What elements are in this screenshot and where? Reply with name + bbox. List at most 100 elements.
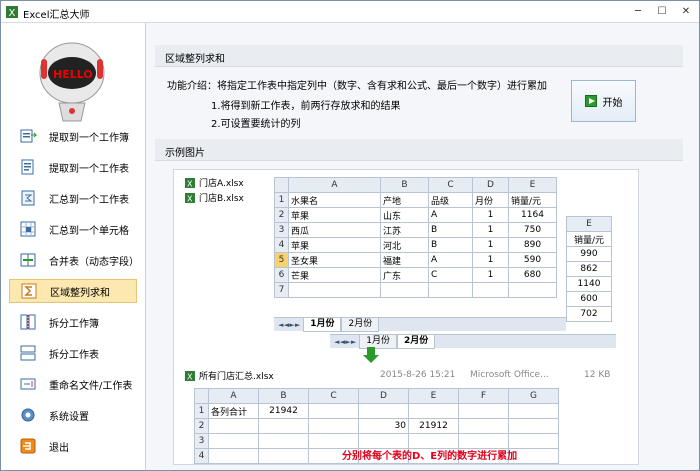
sidebar-item-label: 系统设置 — [49, 411, 89, 423]
column-header: C — [428, 177, 473, 193]
table-cell: 1140 — [566, 276, 612, 292]
table-cell: 广东 — [380, 267, 429, 283]
sheet-tab: 2月份 — [341, 317, 380, 332]
maximize-button[interactable]: ☐ — [651, 4, 673, 20]
table-cell — [358, 403, 409, 419]
column-header: E — [408, 388, 459, 404]
sidebar-item-extract-workbook[interactable]: 提取到一个工作簿 — [9, 124, 137, 148]
sheet1-tabs: ◄ ◄ ► ► 1月份 2月份 — [274, 317, 566, 332]
sidebar-item-label: 汇总到一个工作表 — [49, 194, 129, 206]
table-cell: 水果名 — [288, 192, 381, 208]
table-cell: 1 — [472, 267, 509, 283]
example-image: X 门店A.xlsx X 门店B.xlsx E 销量/元 990 862 114… — [173, 169, 639, 465]
table-cell: 苹果 — [288, 207, 381, 223]
sidebar-item-summary-sheet[interactable]: 汇总到一个工作表 — [9, 186, 137, 210]
table-cell — [258, 433, 309, 449]
table-cell: 862 — [566, 261, 612, 277]
sidebar-item-settings[interactable]: 系统设置 — [9, 403, 137, 427]
table-cell: 福建 — [380, 252, 429, 268]
excel-file-icon: X — [185, 177, 195, 188]
column-header — [194, 388, 209, 404]
result-file-item: X 所有门店汇总.xlsx — [184, 369, 274, 382]
column-sum-icon — [21, 283, 37, 299]
table-cell: A — [428, 207, 473, 223]
svg-text:X: X — [9, 8, 16, 19]
file-date: 2015-8-26 15:21 — [380, 370, 456, 380]
column-header: A — [288, 177, 381, 193]
sidebar-item-label: 提取到一个工作簿 — [49, 132, 129, 144]
column-header: E — [566, 216, 612, 232]
sidebar-item-split-sheet[interactable]: 拆分工作表 — [9, 341, 137, 365]
sidebar-item-label: 区域整列求和 — [50, 287, 110, 299]
file-type: Microsoft Office... — [470, 370, 549, 380]
row-header: 6 — [274, 267, 289, 283]
table-cell — [508, 403, 559, 419]
table-cell: 圣女果 — [288, 252, 381, 268]
merge-icon — [20, 253, 36, 267]
example-caption: 分别将每个表的D、E列的数字进行累加 — [342, 451, 518, 462]
sidebar-item-summary-cell[interactable]: 汇总到一个单元格 — [9, 217, 137, 241]
close-button[interactable]: ✕ — [675, 4, 697, 20]
table-cell: 1 — [472, 207, 509, 223]
table-cell — [208, 418, 259, 434]
sidebar-item-column-sum[interactable]: 区域整列求和 — [9, 279, 137, 303]
table-cell — [408, 403, 459, 419]
exit-icon — [20, 438, 36, 454]
app-icon: X — [6, 6, 18, 19]
table-cell: 30 — [358, 418, 409, 434]
table-cell: 21942 — [258, 403, 309, 419]
table-cell: C — [428, 267, 473, 283]
table-cell: A — [428, 252, 473, 268]
sidebar-item-merge[interactable]: 合并表（动态字段） — [9, 248, 139, 272]
row-header: 4 — [194, 448, 209, 464]
table-cell: 1164 — [508, 207, 557, 223]
row-header: 1 — [194, 403, 209, 419]
sheet-tab: 1月份 — [303, 317, 342, 332]
note-2: 2.可设置要统计的列 — [211, 119, 301, 130]
table-cell — [308, 418, 359, 434]
note-1: 1.将得到新工作表，前两行存放求和的结果 — [211, 101, 401, 112]
table-cell — [472, 282, 509, 298]
minimize-button[interactable]: ─ — [627, 4, 649, 20]
sheet-extract-icon — [21, 159, 34, 175]
row-header: 2 — [274, 207, 289, 223]
sidebar-item-rename[interactable]: 重命名文件/工作表 — [9, 372, 137, 396]
sidebar-item-label: 汇总到一个单元格 — [49, 225, 129, 237]
split-sheet-icon — [20, 345, 36, 361]
sidebar-item-label: 合并表（动态字段） — [49, 256, 139, 268]
column-header — [274, 177, 289, 193]
file-item: X 门店A.xlsx — [184, 176, 244, 189]
column-header: B — [380, 177, 429, 193]
table-cell — [208, 433, 259, 449]
table-cell: 西瓜 — [288, 222, 381, 238]
table-cell: 590 — [508, 252, 557, 268]
table-cell: 河北 — [380, 237, 429, 253]
table-cell: B — [428, 222, 473, 238]
table-cell: 山东 — [380, 207, 429, 223]
column-header: E — [508, 177, 557, 193]
table-cell: 品级 — [428, 192, 473, 208]
table-cell — [288, 282, 381, 298]
sidebar-item-extract-sheet[interactable]: 提取到一个工作表 — [9, 155, 137, 179]
row-header: 4 — [274, 237, 289, 253]
table-cell: 芒果 — [288, 267, 381, 283]
sheet1-table: A B C D E 1 水果名 产地 品级 月份 销量/元 2 苹果 山东 A … — [274, 177, 557, 298]
column-header: D — [358, 388, 409, 404]
example-header: 示例图片 — [155, 139, 683, 161]
window-title: Excel汇总大师 — [23, 10, 90, 21]
table-cell: B — [428, 237, 473, 253]
start-button[interactable]: 开始 — [571, 80, 636, 122]
table-cell: 苹果 — [288, 237, 381, 253]
sidebar-item-split-workbook[interactable]: 拆分工作簿 — [9, 310, 137, 334]
file-name: 门店A.xlsx — [199, 179, 244, 189]
sidebar-item-label: 拆分工作表 — [49, 349, 99, 361]
sidebar-item-exit[interactable]: 退出 — [9, 434, 137, 458]
app-window: X Excel汇总大师 ─ ☐ ✕ HELLO 提取到一个工作簿 提取到一个工作… — [0, 0, 700, 471]
table-cell — [258, 448, 309, 464]
sheet-tab: 2月份 — [396, 334, 436, 349]
start-button-label: 开始 — [602, 97, 623, 109]
row-header: 3 — [194, 433, 209, 449]
table-cell: 销量/元 — [508, 192, 557, 208]
table-cell: 各列合计 — [208, 403, 259, 419]
table-cell: 600 — [566, 291, 612, 307]
